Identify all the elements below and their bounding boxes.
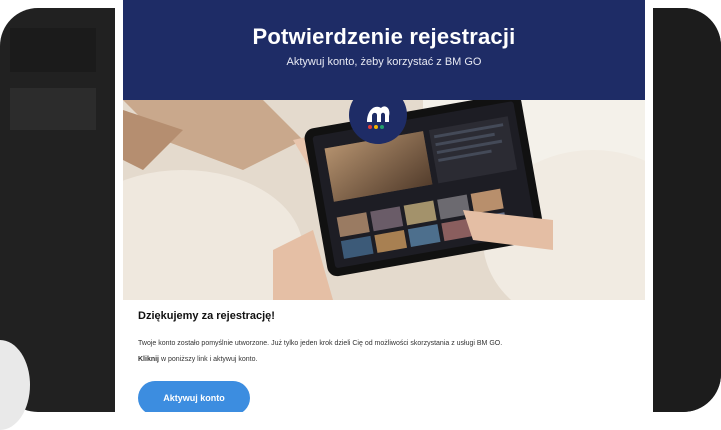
activate-account-button[interactable]: Aktywuj konto [138, 381, 250, 412]
instruction-rest: w poniższy link i aktywuj konto. [159, 356, 258, 363]
hero-image [123, 100, 645, 300]
thanks-heading: Dziękujemy za rejestrację! [138, 310, 275, 322]
left-panel-block [10, 28, 96, 72]
email-body: Potwierdzenie rejestracji Aktywuj konto,… [115, 0, 653, 412]
left-panel-block [10, 88, 96, 130]
intro-paragraph: Twoje konto zostało pomyślnie utworzone.… [138, 340, 503, 347]
email-subtitle: Aktywuj konto, żeby korzystać z BM GO [286, 56, 482, 68]
instruction-bold: Kliknij [138, 356, 160, 363]
device-right-panel [645, 8, 721, 412]
email-header: Potwierdzenie rejestracji Aktywuj konto,… [123, 0, 645, 100]
instruction-paragraph: Kliknij w poniższy link i aktywuj konto. [138, 354, 638, 366]
email-title: Potwierdzenie rejestracji [252, 24, 516, 49]
email-content: Dziękujemy za rejestrację! Twoje konto z… [138, 310, 638, 366]
logo-mark [367, 106, 390, 129]
